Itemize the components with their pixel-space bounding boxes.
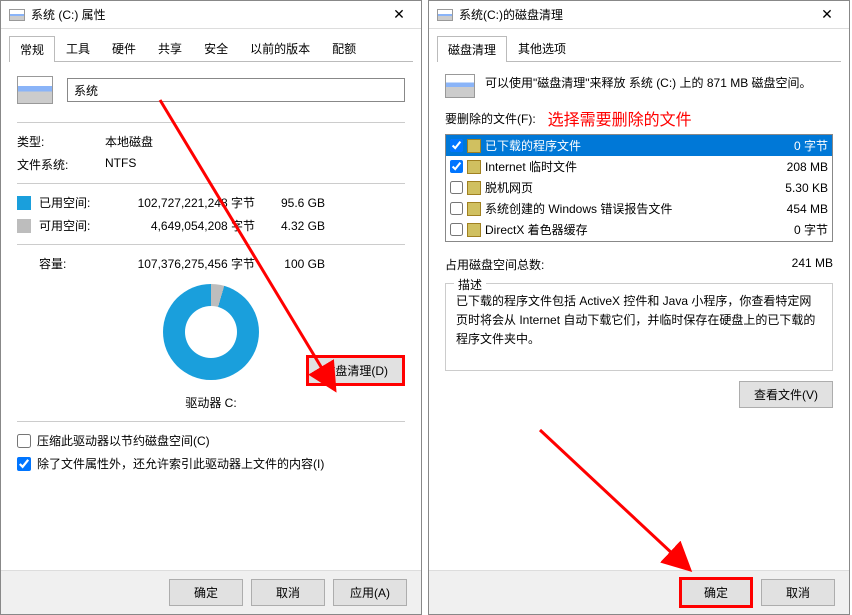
list-item[interactable]: 已下载的程序文件0 字节 <box>446 135 832 156</box>
fs-value: NTFS <box>105 156 136 173</box>
cancel-button[interactable]: 取消 <box>251 579 325 606</box>
capacity-bytes: 107,376,275,456 字节 <box>105 255 255 272</box>
total-value: 241 MB <box>792 256 833 273</box>
footer: 确定 取消 <box>429 570 849 614</box>
titlebar[interactable]: 系统(C:)的磁盘清理 ✕ <box>429 1 849 29</box>
apply-button[interactable]: 应用(A) <box>333 579 407 606</box>
item-size: 454 MB <box>768 202 828 216</box>
index-checkbox[interactable] <box>17 457 31 471</box>
tab-general[interactable]: 常规 <box>9 36 55 62</box>
annotation-text: 选择需要删除的文件 <box>548 106 692 130</box>
cancel-button[interactable]: 取消 <box>761 579 835 606</box>
item-name: Internet 临时文件 <box>485 158 764 175</box>
type-label: 类型: <box>17 133 105 150</box>
view-files-button[interactable]: 查看文件(V) <box>739 381 833 408</box>
titlebar[interactable]: 系统 (C:) 属性 ✕ <box>1 1 421 29</box>
properties-window: 系统 (C:) 属性 ✕ 常规 工具 硬件 共享 安全 以前的版本 配额 类型:… <box>0 0 422 615</box>
drive-large-icon <box>17 76 53 104</box>
content-area: 类型:本地磁盘 文件系统:NTFS 已用空间: 102,727,221,248 … <box>1 62 421 492</box>
list-item[interactable]: DirectX 着色器缓存0 字节 <box>446 219 832 240</box>
tab-tools[interactable]: 工具 <box>55 35 101 61</box>
item-checkbox[interactable] <box>450 139 463 152</box>
drive-icon <box>437 9 453 21</box>
item-name: 脱机网页 <box>485 179 764 196</box>
window-title: 系统 (C:) 属性 <box>31 6 385 23</box>
tab-other[interactable]: 其他选项 <box>507 35 577 61</box>
donut-label: 驱动器 C: <box>17 394 405 411</box>
description-group: 描述 已下载的程序文件包括 ActiveX 控件和 Java 小程序，你查看特定… <box>445 283 833 371</box>
item-checkbox[interactable] <box>450 160 463 173</box>
index-label: 除了文件属性外，还允许索引此驱动器上文件的内容(I) <box>37 455 324 472</box>
used-size: 95.6 GB <box>255 196 325 210</box>
item-size: 0 字节 <box>768 137 828 154</box>
tabs: 磁盘清理 其他选项 <box>437 35 841 62</box>
total-label: 占用磁盘空间总数: <box>445 256 792 273</box>
compress-checkbox[interactable] <box>17 434 31 448</box>
file-icon <box>467 181 481 195</box>
drive-icon <box>445 74 475 98</box>
used-swatch <box>17 196 31 210</box>
usage-donut-chart <box>163 284 259 380</box>
window-title: 系统(C:)的磁盘清理 <box>459 6 813 23</box>
item-checkbox[interactable] <box>450 181 463 194</box>
tab-cleanup[interactable]: 磁盘清理 <box>437 36 507 62</box>
item-name: DirectX 着色器缓存 <box>485 221 764 238</box>
file-icon <box>467 202 481 216</box>
free-bytes: 4,649,054,208 字节 <box>105 217 255 234</box>
drive-name-input[interactable] <box>67 78 405 102</box>
list-item[interactable]: 脱机网页 5.30 KB <box>446 177 832 198</box>
tab-hardware[interactable]: 硬件 <box>101 35 147 61</box>
item-size: 5.30 KB <box>768 181 828 195</box>
free-swatch <box>17 219 31 233</box>
tab-previous[interactable]: 以前的版本 <box>239 35 321 61</box>
used-label: 已用空间: <box>39 194 105 211</box>
description-text: 已下载的程序文件包括 ActiveX 控件和 Java 小程序，你查看特定网页时… <box>456 292 822 362</box>
list-item[interactable]: 系统创建的 Windows 错误报告文件 454 MB <box>446 198 832 219</box>
capacity-label: 容量: <box>39 255 105 272</box>
list-item[interactable]: Internet 临时文件 208 MB <box>446 156 832 177</box>
ok-button[interactable]: 确定 <box>679 577 753 608</box>
free-size: 4.32 GB <box>255 219 325 233</box>
item-checkbox[interactable] <box>450 202 463 215</box>
disk-cleanup-window: 系统(C:)的磁盘清理 ✕ 磁盘清理 其他选项 可以使用"磁盘清理"来释放 系统… <box>428 0 850 615</box>
files-label: 要删除的文件(F): <box>445 110 536 127</box>
tab-quota[interactable]: 配额 <box>321 35 367 61</box>
disk-cleanup-button[interactable]: 磁盘清理(D) <box>306 355 405 386</box>
ok-button[interactable]: 确定 <box>169 579 243 606</box>
type-value: 本地磁盘 <box>105 133 153 150</box>
free-label: 可用空间: <box>39 217 105 234</box>
drive-icon <box>9 9 25 21</box>
file-icon <box>467 139 481 153</box>
item-size: 208 MB <box>768 160 828 174</box>
capacity-size: 100 GB <box>255 257 325 271</box>
close-icon[interactable]: ✕ <box>385 5 413 25</box>
compress-label: 压缩此驱动器以节约磁盘空间(C) <box>37 432 210 449</box>
footer: 确定 取消 应用(A) <box>1 570 421 614</box>
fs-label: 文件系统: <box>17 156 105 173</box>
used-bytes: 102,727,221,248 字节 <box>105 194 255 211</box>
tab-security[interactable]: 安全 <box>193 35 239 61</box>
item-checkbox[interactable] <box>450 223 463 236</box>
tab-sharing[interactable]: 共享 <box>147 35 193 61</box>
tabs: 常规 工具 硬件 共享 安全 以前的版本 配额 <box>9 35 413 62</box>
file-icon <box>467 160 481 174</box>
file-icon <box>467 223 481 237</box>
file-list[interactable]: 已下载的程序文件0 字节Internet 临时文件208 MB脱机网页5.30 … <box>445 134 833 242</box>
close-icon[interactable]: ✕ <box>813 5 841 25</box>
item-size: 0 字节 <box>768 221 828 238</box>
item-name: 已下载的程序文件 <box>485 137 764 154</box>
item-name: 系统创建的 Windows 错误报告文件 <box>485 200 764 217</box>
intro-text: 可以使用"磁盘清理"来释放 系统 (C:) 上的 871 MB 磁盘空间。 <box>485 74 833 98</box>
description-title: 描述 <box>454 276 486 293</box>
